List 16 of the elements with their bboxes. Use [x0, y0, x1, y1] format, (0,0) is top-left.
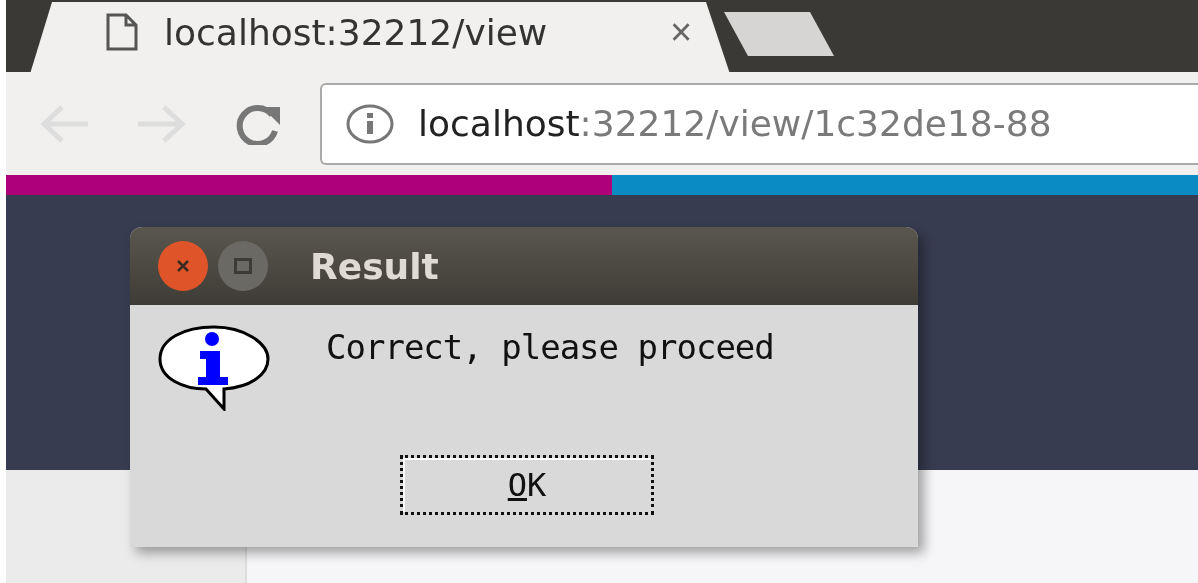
browser-tab[interactable]: localhost:32212/view × — [30, 2, 730, 72]
maximize-button[interactable] — [218, 241, 268, 291]
close-tab-button[interactable]: × — [670, 13, 693, 51]
ok-button[interactable]: OK — [400, 455, 654, 515]
url-path: :32212/view/1c32de18-88 — [579, 103, 1052, 144]
info-icon — [346, 103, 394, 144]
close-icon — [176, 259, 190, 273]
dialog-title: Result — [310, 245, 439, 287]
url-host: localhost — [418, 103, 580, 144]
tab-title: localhost:32212/view — [164, 11, 549, 53]
close-button[interactable] — [158, 241, 208, 291]
info-bubble-icon — [158, 325, 270, 411]
address-bar[interactable]: localhost:32212/view/1c32de18-88 — [320, 82, 1198, 165]
page-icon — [106, 13, 138, 51]
dialog-message: Correct, please proceed — [326, 327, 774, 369]
maximize-icon — [234, 258, 252, 274]
